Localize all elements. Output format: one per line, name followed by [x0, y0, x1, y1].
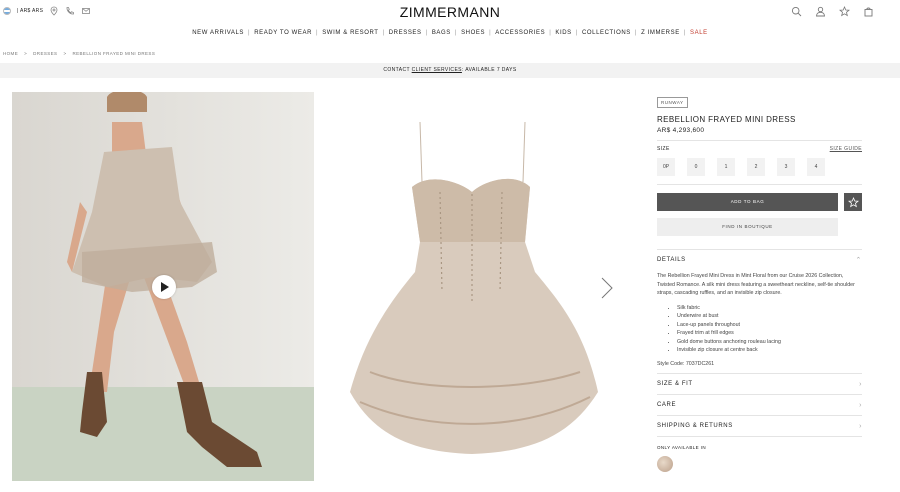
feature-item: Invisible zip closure at centre back	[677, 346, 862, 355]
nav-z-immerse[interactable]: Z IMMERSE	[637, 30, 684, 36]
find-in-boutique-button[interactable]: FIND IN BOUTIQUE	[657, 218, 838, 236]
wishlist-button[interactable]	[844, 193, 862, 211]
shipping-returns-label: SHIPPING & RETURNS	[657, 423, 733, 430]
top-right-utilities	[791, 6, 874, 17]
purchase-actions: ADD TO BAG	[657, 193, 862, 211]
play-video-button[interactable]	[152, 275, 176, 299]
size-header: SIZE SIZE GUIDE	[657, 146, 862, 152]
product-title: REBELLION FRAYED MINI DRESS	[657, 115, 796, 124]
contact-banner: CONTACT CLIENT SERVICES: AVAILABLE 7 DAY…	[0, 63, 900, 78]
size-option[interactable]: 0P	[657, 158, 675, 176]
details-accordion[interactable]: DETAILS ⌃	[657, 250, 862, 270]
next-image-arrow-icon[interactable]	[600, 276, 614, 300]
product-image-main[interactable]	[330, 92, 616, 481]
nav-bags[interactable]: BAGS	[428, 30, 455, 36]
nav-shoes[interactable]: SHOES	[457, 30, 489, 36]
breadcrumb-home[interactable]: HOME	[3, 51, 18, 56]
style-code: Style Code: 7037DC261	[657, 361, 715, 368]
runway-badge: RUNWAY	[657, 97, 688, 108]
size-guide-link[interactable]: SIZE GUIDE	[830, 146, 862, 152]
size-option[interactable]: 3	[777, 158, 795, 176]
product-video[interactable]	[12, 92, 314, 481]
chevron-up-icon: ⌃	[855, 257, 862, 264]
feature-item: Frayed trim at frill edges	[677, 329, 862, 338]
product-info: RUNWAY REBELLION FRAYED MINI DRESS AR$ 4…	[657, 91, 862, 473]
nav-ready-to-wear[interactable]: READY TO WEAR	[250, 30, 316, 36]
feature-list: Silk fabric Underwire at bust Lace-up pa…	[677, 304, 862, 356]
product-price: AR$ 4,293,600	[657, 127, 705, 134]
account-icon[interactable]	[815, 6, 826, 17]
nav-new-arrivals[interactable]: NEW ARRIVALS	[188, 30, 248, 36]
only-available-label: ONLY AVAILABLE IN	[657, 445, 706, 451]
client-services-link[interactable]: CLIENT SERVICES	[412, 67, 462, 73]
search-icon[interactable]	[791, 6, 802, 17]
breadcrumb-dresses[interactable]: DRESSES	[33, 51, 57, 56]
size-option[interactable]: 1	[717, 158, 735, 176]
care-label: CARE	[657, 402, 677, 409]
top-bar: | AR$ ARS ZIMMERMANN	[0, 0, 900, 24]
chevron-right-icon: ›	[859, 422, 862, 430]
chevron-right-icon: ›	[859, 380, 862, 388]
size-option[interactable]: 4	[807, 158, 825, 176]
details-label: DETAILS	[657, 257, 686, 263]
size-fit-accordion[interactable]: SIZE & FIT ›	[657, 374, 862, 394]
divider	[657, 140, 862, 141]
nav-accessories[interactable]: ACCESSORIES	[491, 30, 549, 36]
wishlist-icon[interactable]	[839, 6, 850, 17]
nav-sale[interactable]: SALE	[686, 30, 712, 36]
main-navigation: NEW ARRIVALS | READY TO WEAR | SWIM & RESORT…	[0, 30, 900, 36]
nav-kids[interactable]: KIDS	[551, 30, 575, 36]
contact-suffix: : AVAILABLE 7 DAYS	[461, 67, 517, 73]
breadcrumb: HOME > DRESSES > REBELLION FRAYED MINI D…	[3, 51, 155, 56]
add-to-bag-button[interactable]: ADD TO BAG	[657, 193, 838, 211]
size-option[interactable]: 0	[687, 158, 705, 176]
feature-item: Underwire at bust	[677, 312, 862, 321]
feature-item: Silk fabric	[677, 304, 862, 313]
size-selector: 0P 0 1 2 3 4	[657, 158, 862, 176]
care-accordion[interactable]: CARE ›	[657, 395, 862, 415]
contact-prefix: CONTACT	[383, 67, 410, 73]
nav-dresses[interactable]: DRESSES	[385, 30, 426, 36]
size-fit-label: SIZE & FIT	[657, 381, 693, 388]
divider	[657, 184, 862, 185]
nav-swim-resort[interactable]: SWIM & RESORT	[318, 30, 382, 36]
feature-item: Gold dome buttons anchoring rouleau laci…	[677, 338, 862, 347]
breadcrumb-current: REBELLION FRAYED MINI DRESS	[72, 51, 156, 56]
chevron-right-icon: ›	[859, 401, 862, 409]
bag-icon[interactable]	[863, 6, 874, 17]
shipping-returns-accordion[interactable]: SHIPPING & RETURNS ›	[657, 416, 862, 436]
breadcrumb-separator: >	[63, 51, 67, 56]
breadcrumb-separator: >	[24, 51, 28, 56]
divider	[657, 436, 862, 438]
size-option[interactable]: 2	[747, 158, 765, 176]
product-description: The Rebellion Frayed Mini Dress in Mint …	[657, 273, 855, 296]
nav-collections[interactable]: COLLECTIONS	[578, 30, 635, 36]
colour-swatch[interactable]	[657, 456, 673, 473]
size-label: SIZE	[657, 146, 670, 152]
dress-photo	[350, 121, 598, 454]
brand-logo[interactable]: ZIMMERMANN	[0, 4, 900, 20]
feature-item: Lace-up panels throughout	[677, 321, 862, 330]
star-icon	[848, 197, 859, 208]
